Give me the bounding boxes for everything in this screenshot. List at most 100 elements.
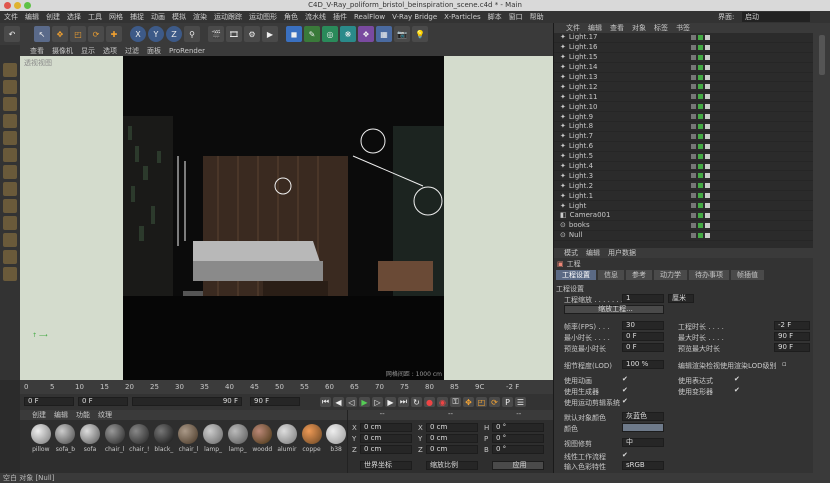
object-row[interactable]: ✦ Light.17 xyxy=(554,33,813,43)
z-axis-icon[interactable]: Z xyxy=(166,26,182,42)
texture-mode-icon[interactable] xyxy=(3,97,17,111)
object-menu-file[interactable]: 文件 xyxy=(566,23,580,33)
recent-tools-icon[interactable]: ✚ xyxy=(106,26,122,42)
use-motion-system-checkbox[interactable]: ✔ xyxy=(622,398,629,405)
view-clipping-select[interactable]: 中 xyxy=(622,438,664,447)
render-settings-icon[interactable]: ⚙ xyxy=(244,26,260,42)
visibility-dots[interactable] xyxy=(691,203,710,209)
coordinate-system-icon[interactable]: ⚲ xyxy=(184,26,200,42)
viewport-menu-filter[interactable]: 过滤 xyxy=(125,46,139,56)
lod-field[interactable]: 100 % xyxy=(622,360,664,369)
object-row[interactable]: ✦ Light.8 xyxy=(554,122,813,132)
object-row[interactable]: ✦ Light.2 xyxy=(554,181,813,192)
object-row[interactable]: ✦ Light.14 xyxy=(554,63,813,73)
menu-simulate[interactable]: 模拟 xyxy=(172,12,186,22)
visibility-dots[interactable] xyxy=(691,84,710,90)
position-key-icon[interactable]: ✥ xyxy=(463,397,474,407)
visibility-dots[interactable] xyxy=(691,44,710,50)
menu-create[interactable]: 创建 xyxy=(46,12,60,22)
size-mode-select[interactable]: 缩放比例 xyxy=(426,461,478,470)
viewport-menu-view[interactable]: 查看 xyxy=(30,46,44,56)
array-icon[interactable]: ❋ xyxy=(340,26,356,42)
menu-snap[interactable]: 捕捉 xyxy=(130,12,144,22)
next-key-icon[interactable]: ▶ xyxy=(385,397,396,407)
input-color-profile-select[interactable]: sRGB xyxy=(622,461,664,470)
material-swatch[interactable]: lamp_ xyxy=(227,424,249,453)
tab-project-settings[interactable]: 工程设置 xyxy=(556,270,596,280)
workplane-icon[interactable] xyxy=(3,114,17,128)
material-swatch[interactable]: chair_! xyxy=(128,424,150,453)
menu-tools[interactable]: 工具 xyxy=(88,12,102,22)
points-mode-icon[interactable] xyxy=(3,131,17,145)
tab-dynamics[interactable]: 动力学 xyxy=(654,270,687,280)
polygons-mode-icon[interactable] xyxy=(3,165,17,179)
scale-key-icon[interactable]: ◰ xyxy=(476,397,487,407)
use-generators-checkbox[interactable]: ✔ xyxy=(622,387,629,394)
viewport-menu-prorender[interactable]: ProRender xyxy=(169,47,205,55)
object-menu-edit[interactable]: 编辑 xyxy=(588,23,602,33)
coordinate-space-select[interactable]: 世界坐标 xyxy=(360,461,412,470)
y-axis-icon[interactable]: Y xyxy=(148,26,164,42)
material-swatch[interactable]: coppe xyxy=(301,424,323,453)
vray-render-icon[interactable]: ▶ xyxy=(262,26,278,42)
preview-end-field[interactable]: 90 F xyxy=(250,397,300,406)
keyframe-selection-icon[interactable]: ⚿ xyxy=(450,397,461,407)
menu-animate[interactable]: 动画 xyxy=(151,12,165,22)
menu-script[interactable]: 脚本 xyxy=(488,12,502,22)
model-mode-icon[interactable] xyxy=(3,80,17,94)
object-menu-view[interactable]: 查看 xyxy=(610,23,624,33)
object-menu-tags[interactable]: 标签 xyxy=(654,23,668,33)
object-row[interactable]: ✦ Light.11 xyxy=(554,92,813,103)
minimum-time-field[interactable]: 0 F xyxy=(622,332,664,341)
menu-pipeline[interactable]: 流水线 xyxy=(305,12,326,22)
use-expressions-checkbox[interactable]: ✔ xyxy=(734,376,741,383)
object-row[interactable]: ✦ Light.4 xyxy=(554,162,813,172)
object-menu-objects[interactable]: 对象 xyxy=(632,23,646,33)
material-menu-texture[interactable]: 纹理 xyxy=(98,410,112,420)
material-swatch[interactable]: sofa_b xyxy=(55,424,77,453)
object-row[interactable]: ✦ Light.12 xyxy=(554,82,813,93)
material-swatch[interactable]: sofa xyxy=(79,424,101,453)
undo-icon[interactable]: ↶ xyxy=(4,26,20,42)
start-frame-field[interactable]: 0 F xyxy=(24,397,74,406)
preview-min-time-field[interactable]: 0 F xyxy=(622,343,664,352)
menu-tracker[interactable]: 运动跟踪 xyxy=(214,12,242,22)
menu-select[interactable]: 选择 xyxy=(67,12,81,22)
render-picture-viewer-icon[interactable]: 🎞 xyxy=(226,26,242,42)
material-swatch[interactable]: lamp_ xyxy=(202,424,224,453)
visibility-dots[interactable] xyxy=(691,213,710,219)
goto-end-icon[interactable]: ⏭ xyxy=(398,397,409,407)
position-y-field[interactable]: 0 cm xyxy=(360,434,412,443)
scale-icon[interactable]: ◰ xyxy=(70,26,86,42)
tab-todo[interactable]: 待办事项 xyxy=(689,270,729,280)
viewport-menu-cameras[interactable]: 摄像机 xyxy=(52,46,73,56)
attr-menu-userdata[interactable]: 用户数据 xyxy=(608,248,636,258)
current-frame-field[interactable]: 0 F xyxy=(78,397,128,406)
param-key-icon[interactable]: P xyxy=(502,397,513,407)
viewport-menu-display[interactable]: 显示 xyxy=(81,46,95,56)
visibility-dots[interactable] xyxy=(691,193,710,199)
fps-field[interactable]: 30 xyxy=(622,321,664,330)
object-row[interactable]: ⊙ Null xyxy=(554,231,813,241)
position-z-field[interactable]: 0 cm xyxy=(360,445,412,454)
attr-menu-edit[interactable]: 编辑 xyxy=(586,248,600,258)
render-lod-checkbox[interactable]: ▫ xyxy=(782,361,789,368)
visibility-dots[interactable] xyxy=(691,173,710,179)
cube-icon[interactable]: ◼ xyxy=(286,26,302,42)
material-swatch[interactable]: chair_l xyxy=(178,424,200,453)
maximize-window-button[interactable] xyxy=(24,2,31,9)
project-scale-field[interactable]: 1 xyxy=(622,294,664,303)
material-swatch[interactable]: black_ xyxy=(153,424,175,453)
deformer-icon[interactable]: ❖ xyxy=(358,26,374,42)
color-swatch[interactable] xyxy=(622,423,664,432)
tab-info[interactable]: 信息 xyxy=(598,270,624,280)
solo-icon[interactable] xyxy=(3,233,17,247)
visibility-dots[interactable] xyxy=(691,114,710,120)
object-row[interactable]: ✦ Light.6 xyxy=(554,142,813,152)
object-row[interactable]: ✦ Light.16 xyxy=(554,43,813,53)
timeline[interactable]: 0 5 10 15 20 25 30 35 40 45 50 55 60 65 … xyxy=(20,380,553,394)
position-x-field[interactable]: 0 cm xyxy=(360,423,412,432)
object-row[interactable]: ✦ Light.7 xyxy=(554,132,813,142)
object-row[interactable]: ◧ Camera001 xyxy=(554,211,813,221)
camera-icon[interactable]: 📷 xyxy=(394,26,410,42)
